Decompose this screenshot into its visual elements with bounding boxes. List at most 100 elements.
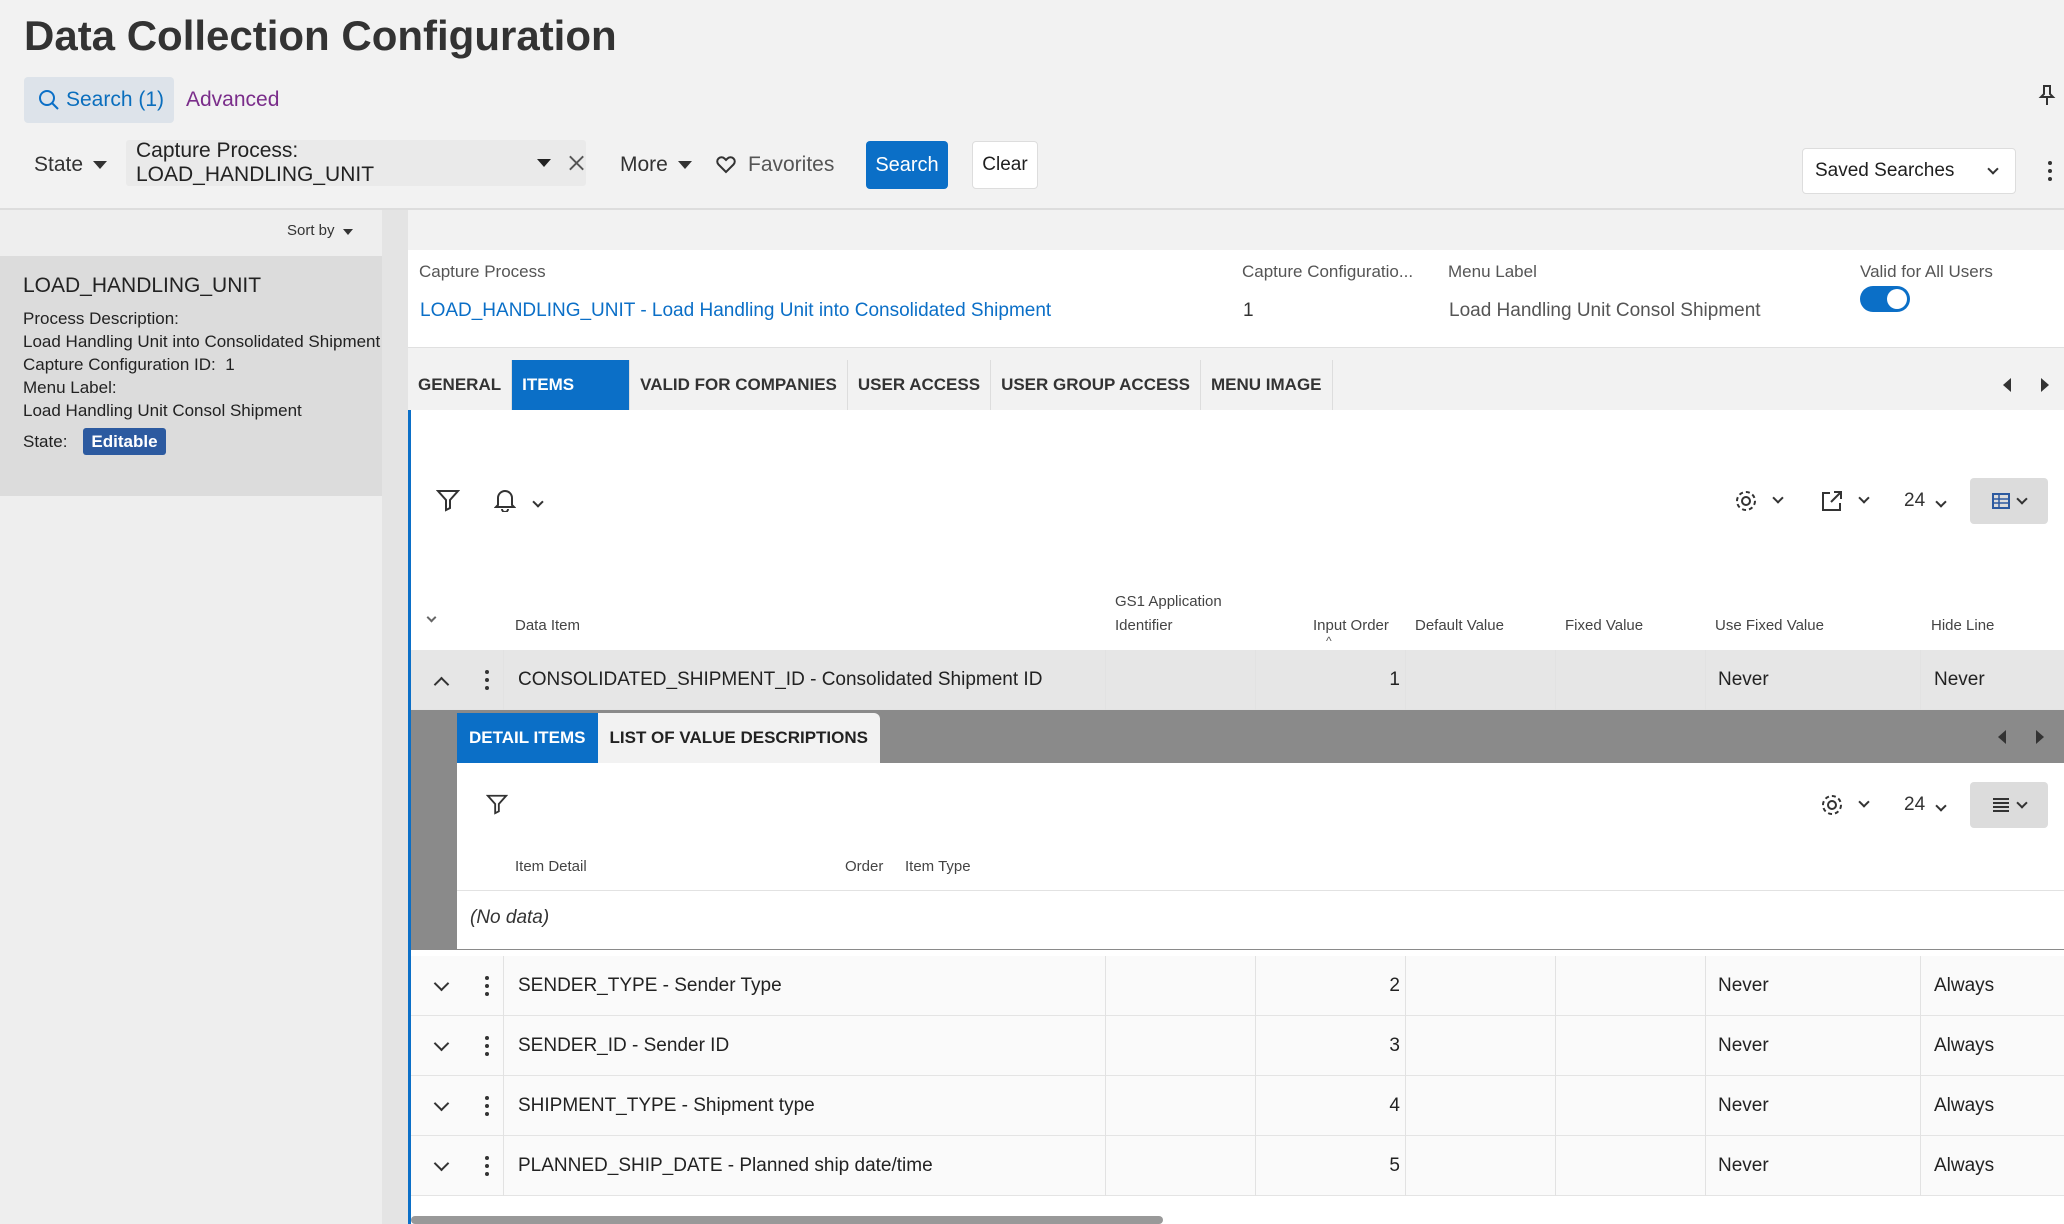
expand-row-icon[interactable]: [433, 1035, 449, 1051]
tab-detail-items[interactable]: DETAIL ITEMS: [457, 713, 598, 763]
col-hide-line[interactable]: Hide Line: [1931, 617, 1994, 634]
chevron-down-icon: [342, 229, 353, 235]
expand-row-icon[interactable]: [433, 975, 449, 991]
menu-label-label: Menu Label:: [23, 378, 117, 397]
row-menu-icon[interactable]: [481, 650, 493, 710]
table-row[interactable]: SENDER_ID - Sender ID 3 Never Always: [411, 1016, 2064, 1076]
detail-filter-icon[interactable]: [486, 793, 508, 815]
search-tab[interactable]: Search (1): [24, 77, 174, 123]
chevron-down-icon[interactable]: [536, 159, 551, 167]
horizontal-scrollbar[interactable]: [411, 1216, 1163, 1224]
chevron-down-icon: [2016, 797, 2028, 809]
chevron-down-icon: [1935, 496, 1947, 508]
state-filter[interactable]: State: [34, 140, 108, 190]
row-data-item: CONSOLIDATED_SHIPMENT_ID - Consolidated …: [518, 669, 1043, 690]
table-row[interactable]: CONSOLIDATED_SHIPMENT_ID - Consolidated …: [411, 650, 2064, 710]
capture-process-link[interactable]: LOAD_HANDLING_UNIT - Load Handling Unit …: [420, 300, 1051, 322]
heart-icon: [716, 156, 736, 174]
search-icon: [39, 90, 59, 110]
clear-button[interactable]: Clear: [972, 141, 1038, 189]
tab-items[interactable]: ITEMS: [512, 360, 631, 410]
page-menu-icon[interactable]: [2046, 158, 2054, 184]
advanced-link[interactable]: Advanced: [186, 88, 279, 112]
process-description-label: Process Description:: [23, 309, 179, 328]
row-hide-line: Never: [1934, 669, 1985, 690]
tab-user-group-access[interactable]: USER GROUP ACCESS: [991, 360, 1201, 410]
record-card[interactable]: LOAD_HANDLING_UNIT Process Description: …: [0, 256, 382, 496]
col-data-item[interactable]: Data Item: [515, 617, 580, 634]
col-item-detail[interactable]: Item Detail: [515, 858, 587, 875]
row-hide-line: Always: [1934, 1035, 1995, 1056]
collapse-row-icon[interactable]: [433, 676, 449, 692]
more-filter[interactable]: More: [620, 140, 692, 190]
close-icon[interactable]: [567, 153, 586, 173]
capture-process-chip-label: Capture Process: LOAD_HANDLING_UNIT: [136, 139, 375, 186]
search-tab-label: Search (1): [66, 88, 165, 111]
search-button[interactable]: Search: [866, 141, 948, 189]
tab-scroll-right-icon[interactable]: [2038, 376, 2052, 394]
tab-general[interactable]: GENERAL: [408, 360, 513, 410]
col-use-fixed-value[interactable]: Use Fixed Value: [1715, 617, 1824, 634]
filter-icon[interactable]: [436, 488, 460, 512]
row-input-order: 3: [1389, 1035, 1400, 1056]
row-menu-icon[interactable]: [481, 956, 493, 1016]
export-icon[interactable]: [1820, 489, 1844, 513]
table-row[interactable]: SHIPMENT_TYPE - Shipment type 4 Never Al…: [411, 1076, 2064, 1136]
valid-for-all-users-toggle[interactable]: [1860, 286, 1910, 312]
tab-valid-for-companies[interactable]: VALID FOR COMPANIES: [630, 360, 848, 410]
table-row[interactable]: PLANNED_SHIP_DATE - Planned ship date/ti…: [411, 1136, 2064, 1196]
pane-splitter[interactable]: [382, 210, 408, 1224]
more-filter-label: More: [620, 153, 668, 176]
page-size-value: 24: [1904, 490, 1926, 511]
sort-by-label: Sort by: [287, 222, 335, 239]
col-gs1-line2[interactable]: Identifier: [1115, 617, 1173, 634]
detail-page-size-selector[interactable]: 24: [1904, 794, 1947, 816]
saved-searches-dropdown[interactable]: Saved Searches: [1802, 148, 2016, 194]
tab-user-access[interactable]: USER ACCESS: [847, 360, 992, 410]
gear-icon[interactable]: [1734, 489, 1758, 513]
col-default-value[interactable]: Default Value: [1415, 617, 1504, 634]
row-hide-line: Always: [1934, 975, 1995, 996]
menu-label-header-label: Menu Label: [1448, 262, 1537, 281]
row-data-item: SENDER_TYPE - Sender Type: [518, 975, 782, 996]
col-order[interactable]: Order: [845, 858, 883, 875]
tab-menu-image[interactable]: MENU IMAGE: [1201, 360, 1333, 410]
expand-row-icon[interactable]: [433, 1155, 449, 1171]
detail-view-mode-button[interactable]: [1970, 782, 2048, 828]
col-item-type[interactable]: Item Type: [905, 858, 971, 875]
row-use-fixed-value: Never: [1718, 1155, 1769, 1176]
row-input-order: 2: [1389, 975, 1400, 996]
tab-list-of-value-descriptions[interactable]: LIST OF VALUE DESCRIPTIONS: [597, 713, 880, 763]
col-input-order[interactable]: Input Order: [1313, 617, 1389, 634]
record-card-name: LOAD_HANDLING_UNIT: [23, 274, 262, 297]
row-menu-icon[interactable]: [481, 1016, 493, 1076]
capture-config-value: 1: [1243, 300, 1254, 321]
row-menu-icon[interactable]: [481, 1076, 493, 1136]
expand-row-icon[interactable]: [433, 1095, 449, 1111]
row-use-fixed-value: Never: [1718, 1035, 1769, 1056]
valid-for-all-users-label: Valid for All Users: [1860, 262, 1993, 281]
row-use-fixed-value: Never: [1718, 975, 1769, 996]
favorites-button[interactable]: Favorites: [716, 140, 834, 190]
state-filter-label: State: [34, 153, 84, 176]
table-row[interactable]: SENDER_TYPE - Sender Type 2 Never Always: [411, 956, 2064, 1016]
divider: [457, 890, 2064, 891]
page-size-selector[interactable]: 24: [1904, 490, 1947, 512]
detail-scroll-left-icon[interactable]: [1996, 729, 2008, 745]
row-menu-icon[interactable]: [481, 1136, 493, 1196]
detail-items-panel: [457, 763, 2064, 949]
col-fixed-value[interactable]: Fixed Value: [1565, 617, 1643, 634]
bell-icon[interactable]: [494, 488, 516, 512]
col-gs1-line1[interactable]: GS1 Application: [1115, 593, 1222, 610]
pin-icon[interactable]: [2038, 84, 2056, 106]
detail-scroll-right-icon[interactable]: [2034, 729, 2046, 745]
view-mode-button[interactable]: [1970, 478, 2048, 524]
sort-by-dropdown[interactable]: Sort by: [287, 222, 353, 239]
capture-process-chip[interactable]: Capture Process: LOAD_HANDLING_UNIT: [126, 139, 586, 186]
state-label: State:: [23, 432, 68, 451]
tab-scroll-left-icon[interactable]: [2000, 376, 2014, 394]
row-data-item: SENDER_ID - Sender ID: [518, 1035, 730, 1056]
list-icon: [1993, 798, 2009, 812]
detail-gear-icon[interactable]: [1820, 793, 1844, 817]
menu-label: Load Handling Unit Consol Shipment: [23, 401, 302, 420]
